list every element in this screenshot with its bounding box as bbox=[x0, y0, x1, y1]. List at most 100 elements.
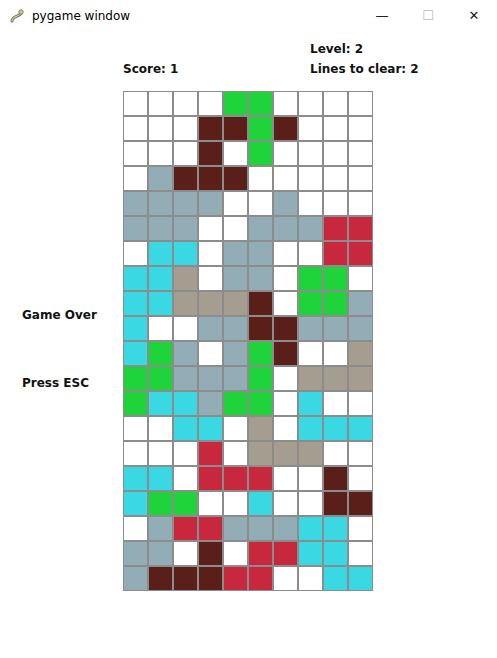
block-cell bbox=[349, 567, 372, 590]
block-cell bbox=[324, 317, 347, 340]
block-cell bbox=[349, 492, 372, 515]
block-cell bbox=[124, 492, 147, 515]
hud: Level: 2Score: 1Lines to clear: 2 bbox=[0, 31, 497, 91]
block-cell bbox=[349, 367, 372, 390]
empty-cell bbox=[124, 117, 147, 140]
empty-cell bbox=[349, 267, 372, 290]
block-cell bbox=[199, 417, 222, 440]
block-cell bbox=[274, 317, 297, 340]
empty-cell bbox=[299, 492, 322, 515]
block-cell bbox=[174, 517, 197, 540]
empty-cell bbox=[174, 142, 197, 165]
empty-cell bbox=[274, 267, 297, 290]
empty-cell bbox=[299, 342, 322, 365]
block-cell bbox=[149, 492, 172, 515]
empty-cell bbox=[349, 192, 372, 215]
block-cell bbox=[149, 242, 172, 265]
empty-cell bbox=[249, 167, 272, 190]
pygame-snake-icon bbox=[9, 8, 25, 24]
block-cell bbox=[349, 242, 372, 265]
empty-cell bbox=[349, 542, 372, 565]
block-cell bbox=[149, 217, 172, 240]
empty-cell bbox=[349, 167, 372, 190]
empty-cell bbox=[274, 492, 297, 515]
block-cell bbox=[124, 217, 147, 240]
block-cell bbox=[124, 342, 147, 365]
block-cell bbox=[174, 417, 197, 440]
block-cell bbox=[324, 542, 347, 565]
block-cell bbox=[224, 342, 247, 365]
block-cell bbox=[149, 542, 172, 565]
empty-cell bbox=[124, 242, 147, 265]
block-cell bbox=[249, 217, 272, 240]
block-cell bbox=[149, 567, 172, 590]
block-cell bbox=[149, 267, 172, 290]
empty-cell bbox=[174, 92, 197, 115]
maximize-button[interactable]: ☐ bbox=[405, 0, 451, 31]
empty-cell bbox=[224, 492, 247, 515]
empty-cell bbox=[149, 142, 172, 165]
block-cell bbox=[124, 267, 147, 290]
empty-cell bbox=[124, 142, 147, 165]
empty-cell bbox=[174, 467, 197, 490]
block-cell bbox=[124, 542, 147, 565]
block-cell bbox=[174, 217, 197, 240]
empty-cell bbox=[349, 517, 372, 540]
empty-cell bbox=[274, 242, 297, 265]
block-cell bbox=[324, 492, 347, 515]
block-cell bbox=[224, 517, 247, 540]
empty-cell bbox=[349, 92, 372, 115]
empty-cell bbox=[199, 492, 222, 515]
block-cell bbox=[324, 217, 347, 240]
empty-cell bbox=[299, 192, 322, 215]
block-cell bbox=[224, 92, 247, 115]
empty-cell bbox=[224, 192, 247, 215]
block-cell bbox=[199, 392, 222, 415]
game-over-text: Game Over bbox=[0, 306, 123, 324]
block-cell bbox=[299, 442, 322, 465]
block-cell bbox=[299, 217, 322, 240]
empty-cell bbox=[299, 92, 322, 115]
empty-cell bbox=[199, 92, 222, 115]
block-cell bbox=[224, 317, 247, 340]
empty-cell bbox=[199, 267, 222, 290]
block-cell bbox=[174, 192, 197, 215]
empty-cell bbox=[224, 542, 247, 565]
block-cell bbox=[274, 192, 297, 215]
block-cell bbox=[149, 467, 172, 490]
empty-cell bbox=[274, 167, 297, 190]
empty-cell bbox=[274, 367, 297, 390]
block-cell bbox=[249, 542, 272, 565]
block-cell bbox=[249, 117, 272, 140]
game-area: Game OverPress ESC bbox=[0, 91, 497, 591]
block-cell bbox=[199, 117, 222, 140]
empty-cell bbox=[299, 242, 322, 265]
block-cell bbox=[199, 467, 222, 490]
block-cell bbox=[174, 242, 197, 265]
empty-cell bbox=[149, 442, 172, 465]
tetris-board bbox=[123, 91, 373, 591]
block-cell bbox=[174, 167, 197, 190]
block-cell bbox=[174, 367, 197, 390]
empty-cell bbox=[324, 92, 347, 115]
empty-cell bbox=[249, 192, 272, 215]
empty-cell bbox=[324, 142, 347, 165]
empty-cell bbox=[274, 567, 297, 590]
block-cell bbox=[124, 567, 147, 590]
empty-cell bbox=[124, 92, 147, 115]
block-cell bbox=[274, 542, 297, 565]
empty-cell bbox=[174, 317, 197, 340]
empty-cell bbox=[274, 142, 297, 165]
minimize-button[interactable]: — bbox=[359, 0, 405, 31]
block-cell bbox=[224, 392, 247, 415]
empty-cell bbox=[324, 392, 347, 415]
block-cell bbox=[149, 192, 172, 215]
message-panel: Game OverPress ESC bbox=[0, 91, 123, 591]
block-cell bbox=[199, 367, 222, 390]
block-cell bbox=[124, 317, 147, 340]
window-title: pygame window bbox=[32, 9, 359, 23]
close-button[interactable]: ✕ bbox=[451, 0, 497, 31]
empty-cell bbox=[174, 542, 197, 565]
block-cell bbox=[299, 417, 322, 440]
block-cell bbox=[299, 317, 322, 340]
